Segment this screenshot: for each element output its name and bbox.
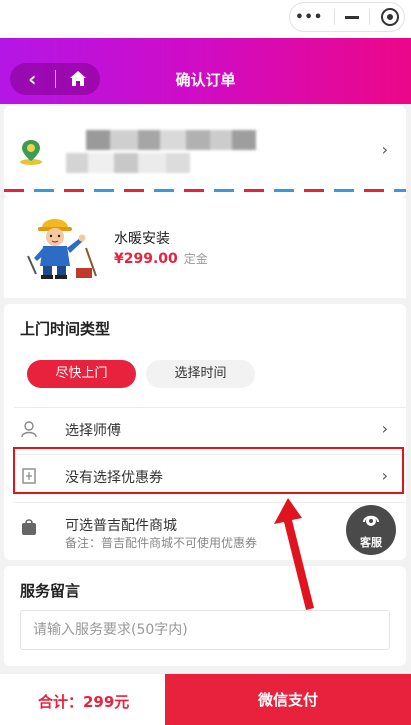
service-message-title: 服务留言	[20, 582, 81, 600]
service-message-card: 服务留言	[4, 566, 406, 666]
chevron-right-icon: ›	[381, 140, 388, 159]
user-icon	[20, 420, 38, 442]
worker-image	[24, 208, 102, 284]
close-icon[interactable]	[380, 8, 399, 26]
page-title: 确认订单	[175, 71, 236, 89]
annotation-highlight-box	[13, 447, 404, 494]
parts-mall-note: 备注：普吉配件商城不可使用优惠券	[65, 536, 258, 550]
location-pin-icon	[18, 138, 44, 170]
miniprogram-capsule: •••	[289, 2, 405, 32]
visit-type-title: 上门时间类型	[20, 320, 111, 338]
more-icon[interactable]: •••	[295, 10, 323, 25]
customer-service-button[interactable]: 客服	[346, 505, 396, 555]
goods-price: ¥299.00 定金	[114, 250, 208, 267]
address-card[interactable]: ›	[4, 106, 406, 198]
envelope-stripe	[4, 189, 406, 192]
order-total: 合计：299元	[38, 693, 130, 711]
headset-icon	[363, 515, 379, 526]
shopping-bag-icon	[20, 518, 38, 540]
goods-name: 水暖安装	[114, 231, 170, 247]
asap-button[interactable]: 尽快上门	[27, 360, 136, 388]
status-area: •••	[0, 0, 411, 38]
select-technician-row[interactable]: 选择师傅 ›	[4, 407, 406, 451]
nav-bar: ‹ 确认订单	[0, 38, 411, 104]
annotation-arrow	[274, 498, 314, 610]
service-message-input[interactable]	[20, 610, 390, 650]
goods-card: 水暖安装 ¥299.00 定金	[4, 198, 406, 298]
price-unit: 定金	[183, 252, 208, 266]
address-redacted	[66, 130, 256, 174]
select-time-button[interactable]: 选择时间	[146, 360, 255, 388]
price-value: ¥299.00	[114, 251, 178, 267]
checkout-bar: 合计：299元 微信支付	[0, 673, 411, 725]
minimize-icon[interactable]	[344, 15, 359, 19]
order-options-card: 上门时间类型 尽快上门 选择时间 选择师傅 › 没有选择优惠券 › 可选普吉配件…	[4, 304, 406, 560]
customer-service-label: 客服	[360, 536, 382, 549]
parts-mall-label: 可选普吉配件商城	[65, 518, 177, 534]
technician-label: 选择师傅	[65, 423, 121, 439]
chevron-right-icon: ›	[381, 419, 388, 438]
wechat-pay-button[interactable]: 微信支付	[165, 674, 411, 725]
